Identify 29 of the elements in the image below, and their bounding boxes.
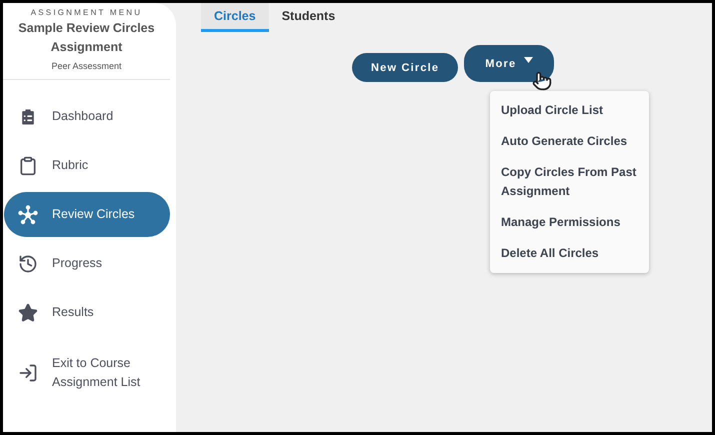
menu-item[interactable]: Manage Permissions: [501, 207, 639, 238]
menu-item[interactable]: Delete All Circles: [501, 238, 639, 269]
sidebar-item-label: Progress: [52, 255, 102, 272]
sidebar-item[interactable]: Exit to Course Assignment List: [4, 341, 170, 405]
sidebar-item-label: Review Circles: [52, 206, 135, 223]
sidebar-item[interactable]: Rubric: [4, 143, 170, 188]
clock-icon: [18, 254, 38, 274]
sidebar-item-label: Rubric: [52, 157, 88, 174]
menu-heading: ASSIGNMENT MENU: [30, 8, 142, 17]
menu-item[interactable]: Auto Generate Circles: [501, 126, 639, 157]
exit-icon: [18, 363, 38, 383]
menu-item[interactable]: Copy Circles From Past Assignment: [501, 157, 639, 207]
assignment-type: Peer Assessment: [51, 61, 122, 71]
sidebar-item[interactable]: Dashboard: [4, 94, 170, 139]
tab[interactable]: Circles: [201, 3, 269, 32]
clipboard-icon: [18, 156, 38, 176]
tab[interactable]: Students: [268, 3, 348, 32]
sidebar-item[interactable]: Results: [4, 290, 170, 335]
network-icon: [18, 204, 38, 224]
assignment-title: Sample Review Circles Assignment: [17, 20, 156, 56]
sidebar-item-label: Dashboard: [52, 108, 114, 125]
sidebar-item[interactable]: Progress: [4, 241, 170, 286]
sidebar-item-label: Exit to Course Assignment List: [52, 355, 142, 391]
star-icon: [18, 302, 38, 322]
sidebar-item-label: Results: [52, 304, 94, 321]
new-circle-button[interactable]: New Circle: [352, 53, 458, 82]
sidebar-item[interactable]: Review Circles: [4, 192, 170, 237]
menu-item[interactable]: Upload Circle List: [501, 95, 639, 126]
caret-icon: [524, 56, 534, 62]
